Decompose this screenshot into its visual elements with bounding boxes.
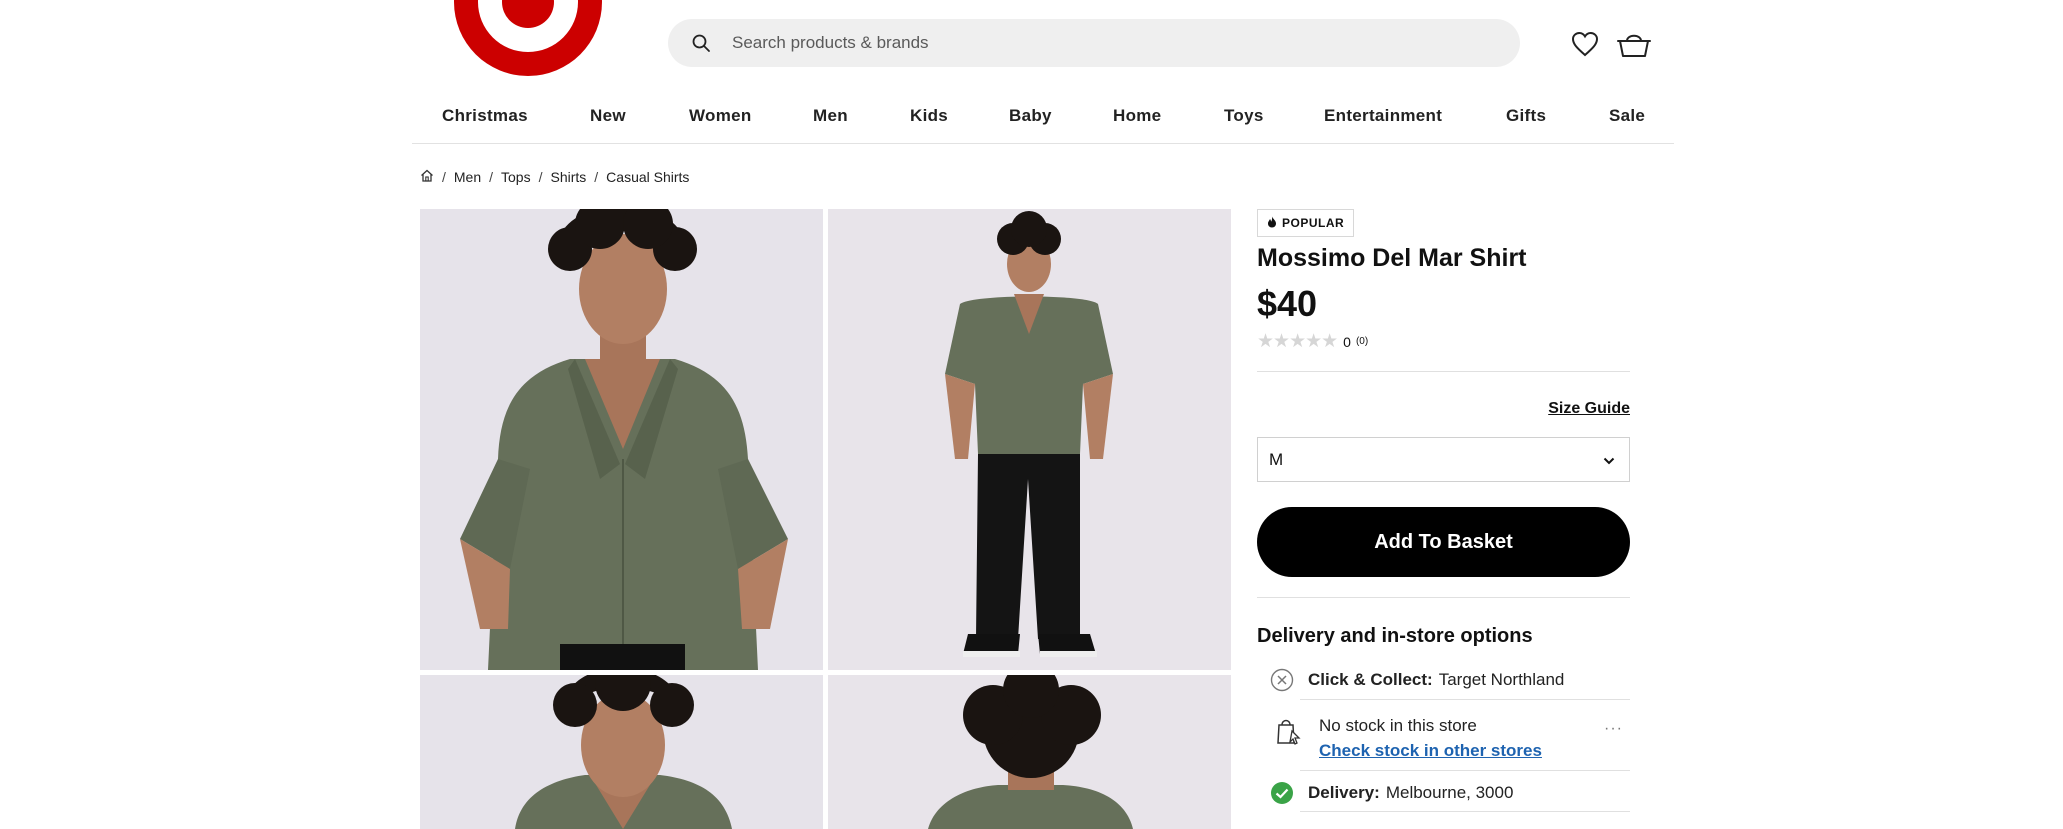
- rating-value: 0: [1343, 333, 1351, 350]
- search-icon[interactable]: [688, 30, 714, 56]
- more-options-icon[interactable]: ···: [1604, 720, 1623, 738]
- breadcrumb-casual-shirts[interactable]: Casual Shirts: [606, 169, 689, 185]
- target-logo[interactable]: [447, 0, 609, 78]
- home-icon[interactable]: [420, 169, 434, 185]
- product-price: $40: [1257, 283, 1318, 324]
- store-bag-icon: [1276, 717, 1302, 750]
- store-status: No stock in this store: [1319, 716, 1477, 735]
- product-image-4[interactable]: [828, 675, 1231, 829]
- product-rating[interactable]: ★★★★★ 0 (0): [1257, 330, 1368, 353]
- delivery-label: Delivery:: [1308, 783, 1380, 802]
- breadcrumb-men[interactable]: Men: [454, 169, 481, 185]
- popular-badge: POPULAR: [1257, 209, 1355, 237]
- size-selected-value: M: [1269, 449, 1284, 469]
- nav-item-entertainment[interactable]: Entertainment: [1324, 106, 1442, 126]
- click-collect-store: Target Northland: [1438, 670, 1565, 689]
- product-title: Mossimo Del Mar Shirt: [1257, 244, 1527, 272]
- breadcrumb-shirts[interactable]: Shirts: [550, 169, 586, 185]
- click-collect-label: Click & Collect:: [1308, 670, 1433, 689]
- product-image-1[interactable]: [420, 209, 823, 670]
- divider: [1257, 371, 1630, 372]
- nav-item-christmas[interactable]: Christmas: [442, 106, 528, 126]
- delivery-option[interactable]: Delivery: Melbourne, 3000: [1270, 781, 1513, 805]
- flame-icon: [1267, 216, 1277, 231]
- nav-item-sale[interactable]: Sale: [1609, 106, 1645, 126]
- nav-item-gifts[interactable]: Gifts: [1506, 106, 1546, 126]
- product-image-3[interactable]: [420, 675, 823, 829]
- rating-stars: ★★★★★: [1257, 331, 1338, 352]
- breadcrumb-tops[interactable]: Tops: [501, 169, 531, 185]
- nav-item-men[interactable]: Men: [813, 106, 848, 126]
- nav-item-new[interactable]: New: [590, 106, 626, 126]
- nav-item-toys[interactable]: Toys: [1224, 106, 1264, 126]
- breadcrumb-separator: /: [538, 169, 543, 185]
- check-circle-icon: [1270, 781, 1294, 805]
- nav-item-baby[interactable]: Baby: [1009, 106, 1052, 126]
- add-to-basket-button[interactable]: Add To Basket: [1257, 507, 1630, 577]
- heart-icon[interactable]: [1568, 27, 1602, 61]
- product-image-2[interactable]: [828, 209, 1231, 670]
- delivery-location: Melbourne, 3000: [1385, 783, 1514, 802]
- divider: [1257, 597, 1630, 598]
- badge-label: POPULAR: [1282, 216, 1345, 230]
- nav-item-home[interactable]: Home: [1113, 106, 1161, 126]
- search-input[interactable]: [732, 33, 1432, 53]
- review-count: (0): [1355, 336, 1369, 347]
- breadcrumb-separator: /: [594, 169, 599, 185]
- unavailable-icon: [1270, 668, 1294, 692]
- basket-icon[interactable]: [1617, 27, 1651, 61]
- size-select[interactable]: M: [1257, 437, 1630, 482]
- store-stock: No stock in this store Check stock in ot…: [1319, 716, 1542, 761]
- breadcrumb: / Men / Tops / Shirts / Casual Shirts: [420, 169, 689, 185]
- search-bar[interactable]: [668, 19, 1520, 67]
- click-collect-option[interactable]: Click & Collect: Target Northland: [1270, 668, 1564, 692]
- nav-item-kids[interactable]: Kids: [910, 106, 948, 126]
- check-stock-link[interactable]: Check stock in other stores: [1319, 741, 1542, 761]
- breadcrumb-separator: /: [489, 169, 494, 185]
- divider: [1300, 811, 1630, 812]
- divider: [1300, 699, 1630, 700]
- size-guide-link[interactable]: Size Guide: [1548, 400, 1630, 418]
- delivery-title: Delivery and in-store options: [1257, 625, 1533, 647]
- breadcrumb-separator: /: [442, 169, 446, 185]
- main-nav: Christmas New Women Men Kids Baby Home T…: [412, 98, 1674, 144]
- divider: [1300, 770, 1630, 771]
- chevron-down-icon: [1603, 450, 1615, 470]
- nav-item-women[interactable]: Women: [689, 106, 752, 126]
